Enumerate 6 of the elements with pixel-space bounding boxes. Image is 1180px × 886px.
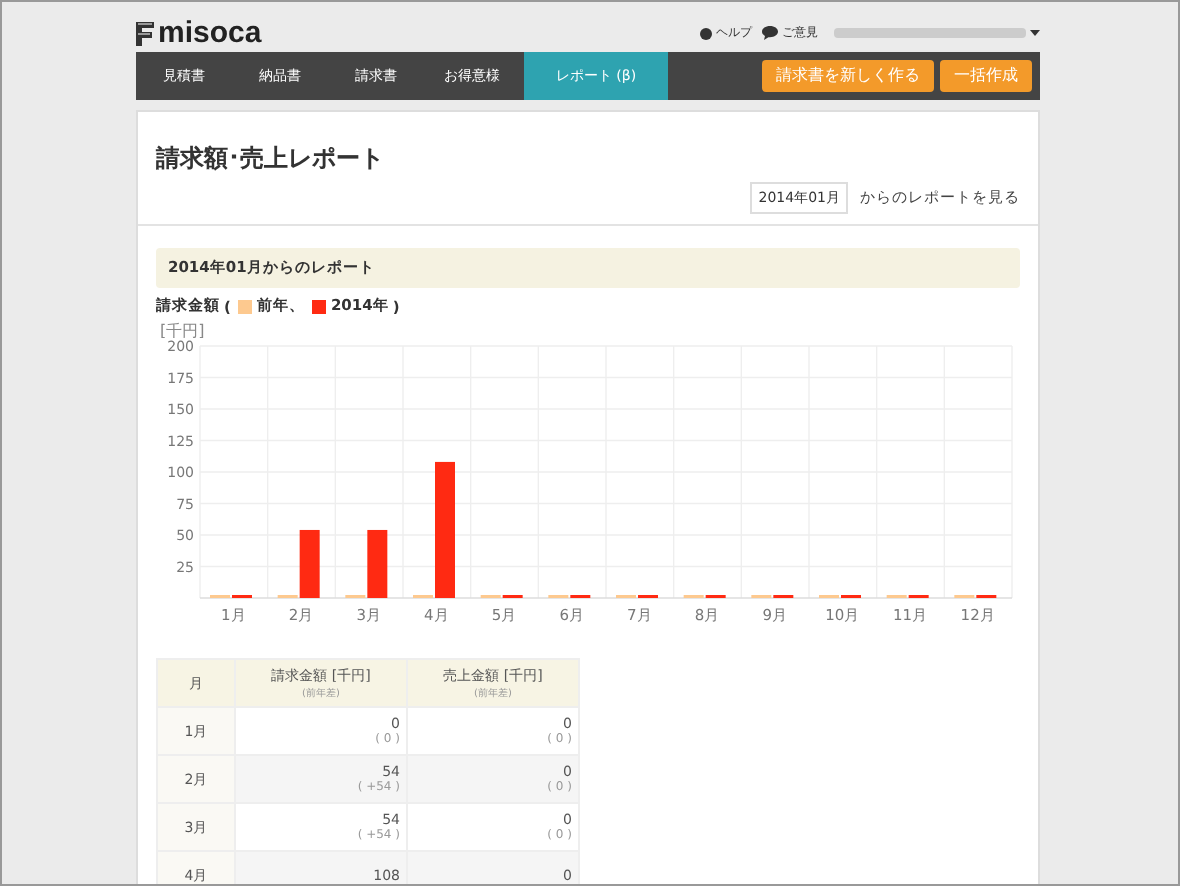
page-title: 請求額･売上レポート <box>156 142 386 176</box>
y-axis-unit: [千円] <box>160 322 205 340</box>
logo-text[interactable]: misoca <box>158 18 262 48</box>
caret-icon[interactable] <box>1030 30 1040 36</box>
speech-bubble-icon <box>762 26 778 40</box>
logo-mark-icon <box>136 21 154 45</box>
